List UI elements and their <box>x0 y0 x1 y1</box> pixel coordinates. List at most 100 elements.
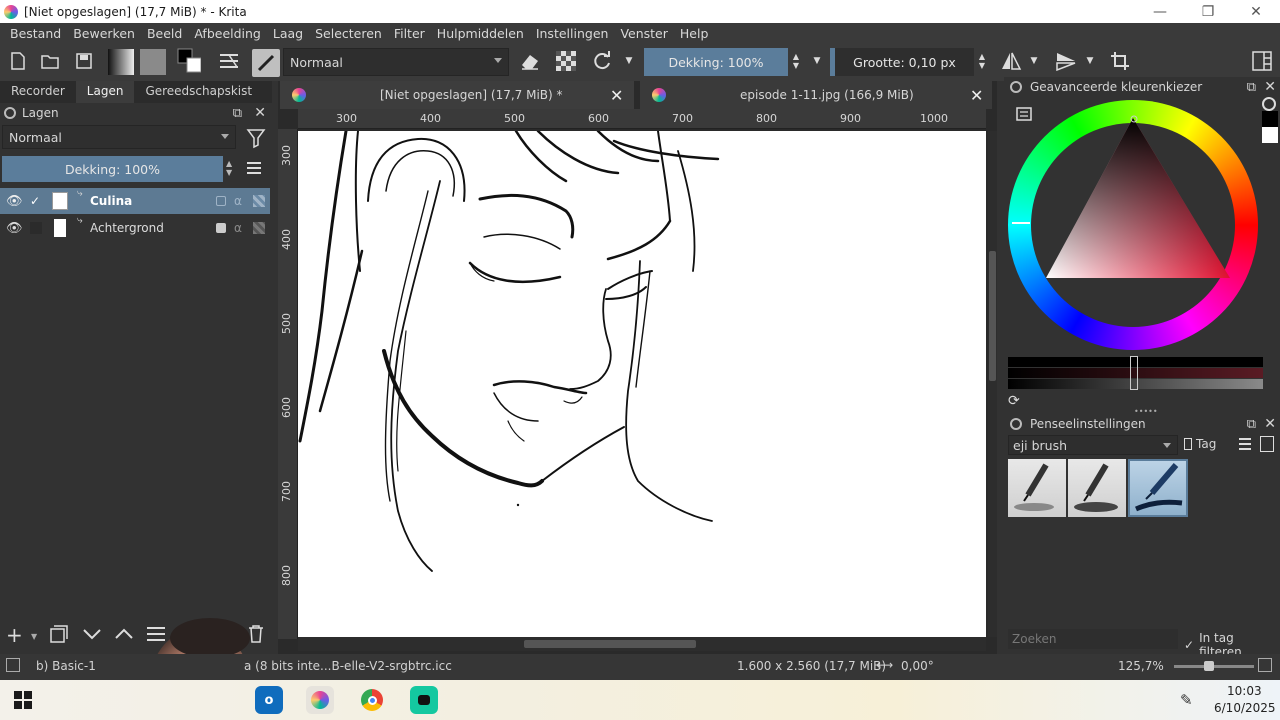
close-icon[interactable]: ✕ <box>1264 79 1276 95</box>
chevron-down-icon[interactable]: ▼ <box>31 632 37 641</box>
alpha-icon[interactable]: α <box>234 194 242 208</box>
alpha-lock-icon[interactable] <box>554 49 578 73</box>
move-layer-down-icon[interactable] <box>82 625 102 643</box>
layer-blend-mode-select[interactable]: Normaal <box>2 125 236 149</box>
outlook-icon[interactable]: o <box>255 686 283 714</box>
lock-docker-icon[interactable] <box>1010 418 1022 430</box>
lock-icon[interactable] <box>216 223 226 233</box>
menu-hulpmiddelen[interactable]: Hulpmiddelen <box>431 26 530 41</box>
preset-tag-select[interactable]: eji brush <box>1008 435 1178 455</box>
brush-size-slider[interactable]: Grootte: 0,10 px <box>830 48 974 76</box>
eye-icon[interactable]: 👁 <box>6 221 23 236</box>
lock-docker-icon[interactable] <box>4 107 16 119</box>
workspace-icon[interactable] <box>1250 49 1274 73</box>
inherit-alpha-icon[interactable] <box>253 222 265 234</box>
layer-opacity-spinner[interactable]: ▲ ▼ <box>226 159 232 177</box>
menu-bestand[interactable]: Bestand <box>4 26 67 41</box>
reload-preset-icon[interactable] <box>590 49 614 73</box>
menu-selecteren[interactable]: Selecteren <box>309 26 388 41</box>
app-icon[interactable] <box>410 686 438 714</box>
background-swatch[interactable] <box>1262 127 1278 143</box>
tab-lagen[interactable]: Lagen <box>75 81 135 103</box>
menu-afbeelding[interactable]: Afbeelding <box>188 26 267 41</box>
lock-docker-icon[interactable] <box>1010 81 1022 93</box>
document-tab-active[interactable]: [Niet opgeslagen] (17,7 MiB) * ✕ <box>280 81 634 109</box>
layer-opacity-slider[interactable]: Dekking: 100% <box>2 156 223 182</box>
float-docker-icon[interactable]: ⧉ <box>1247 417 1256 432</box>
zoom-slider[interactable] <box>1174 661 1254 671</box>
menu-instellingen[interactable]: Instellingen <box>530 26 615 41</box>
brush-preset-thumb[interactable] <box>1068 459 1126 517</box>
horizontal-scrollbar[interactable] <box>298 637 986 651</box>
chevron-down-icon[interactable]: ▼ <box>1083 49 1097 73</box>
close-icon[interactable]: ✕ <box>1264 416 1276 432</box>
menu-help[interactable]: Help <box>674 26 715 41</box>
delete-layer-icon[interactable] <box>248 625 264 643</box>
checkbox-icon[interactable]: ✓ <box>30 194 40 208</box>
brush-preset-thumb-selected[interactable] <box>1128 459 1188 517</box>
add-layer-icon[interactable]: + <box>6 623 23 647</box>
vertical-scrollbar[interactable] <box>988 131 997 637</box>
zoom-slider-handle[interactable] <box>1204 661 1214 671</box>
wrap-around-icon[interactable] <box>1108 49 1132 73</box>
blend-mode-select[interactable]: Normaal <box>283 48 509 76</box>
opacity-slider[interactable]: Dekking: 100% <box>644 48 788 76</box>
layer-row[interactable]: 👁 ✓ ⤷ Culina α <box>0 188 270 214</box>
duplicate-layer-icon[interactable] <box>50 625 68 643</box>
mirror-vertical-icon[interactable] <box>1054 49 1078 73</box>
size-spinner[interactable]: ▲ ▼ <box>975 49 989 73</box>
chevron-down-icon[interactable]: ▼ <box>810 49 824 73</box>
eraser-icon[interactable] <box>518 49 542 73</box>
minimize-button[interactable]: — <box>1136 0 1184 23</box>
shade-marker[interactable] <box>1130 356 1138 390</box>
new-document-icon[interactable] <box>6 49 30 73</box>
maximize-button[interactable]: ❐ <box>1184 0 1232 23</box>
inherit-alpha-icon[interactable] <box>253 195 265 207</box>
saturation-value-triangle[interactable] <box>1008 100 1258 350</box>
brush-settings-icon[interactable] <box>217 49 241 73</box>
layer-row[interactable]: 👁 ⤷ Achtergrond α <box>0 215 270 241</box>
close-tab-icon[interactable]: ✕ <box>610 86 623 105</box>
pen-icon[interactable]: ✎ <box>1180 691 1193 709</box>
menu-venster[interactable]: Venster <box>614 26 673 41</box>
mirror-horizontal-icon[interactable] <box>999 49 1023 73</box>
brush-preset-thumb[interactable] <box>1008 459 1066 517</box>
krita-taskbar-icon[interactable] <box>306 686 334 714</box>
close-window-button[interactable]: ✕ <box>1232 0 1280 23</box>
eye-icon[interactable]: 👁 <box>6 194 23 209</box>
menu-filter[interactable]: Filter <box>388 26 431 41</box>
tag-button[interactable]: Tag <box>1184 437 1216 451</box>
float-docker-icon[interactable]: ⧉ <box>1247 80 1256 95</box>
tab-gereedschapskist[interactable]: Gereedschapskist <box>134 81 263 103</box>
refresh-icon[interactable]: ⟳ <box>1008 393 1020 409</box>
save-icon[interactable] <box>72 49 96 73</box>
opacity-spinner[interactable]: ▲ ▼ <box>789 49 803 73</box>
menu-beeld[interactable]: Beeld <box>141 26 188 41</box>
chevron-down-icon[interactable]: ▼ <box>1027 49 1041 73</box>
alpha-icon[interactable]: α <box>234 221 242 235</box>
scrollbar-thumb[interactable] <box>989 251 996 381</box>
foreground-swatch[interactable] <box>1262 111 1278 127</box>
pattern-preset-icon[interactable] <box>140 49 166 75</box>
chevron-down-icon[interactable]: ▼ <box>622 49 636 73</box>
tab-recorder[interactable]: Recorder <box>0 81 76 103</box>
chrome-icon[interactable] <box>358 686 386 714</box>
menu-laag[interactable]: Laag <box>267 26 309 41</box>
windows-start-icon[interactable] <box>14 691 32 709</box>
brush-preset-icon[interactable] <box>252 49 280 77</box>
preset-search-input[interactable]: Zoeken <box>1008 629 1178 649</box>
filter-icon[interactable] <box>246 127 268 149</box>
reset-color-icon[interactable] <box>1262 97 1276 111</box>
lock-icon[interactable] <box>216 196 226 206</box>
storage-icon[interactable] <box>1260 436 1274 452</box>
drawing-canvas[interactable] <box>298 131 986 637</box>
fit-view-icon[interactable] <box>1258 658 1272 672</box>
open-folder-icon[interactable] <box>38 49 62 73</box>
close-tab-icon[interactable]: ✕ <box>970 86 983 105</box>
document-tab[interactable]: episode 1-11.jpg (166,9 MiB) ✕ <box>640 81 992 109</box>
close-icon[interactable]: ✕ <box>254 105 266 121</box>
menu-bewerken[interactable]: Bewerken <box>67 26 141 41</box>
hamburger-menu-icon[interactable] <box>1238 437 1254 451</box>
checkbox-icon[interactable] <box>30 222 42 234</box>
float-docker-icon[interactable]: ⧉ <box>233 106 242 121</box>
